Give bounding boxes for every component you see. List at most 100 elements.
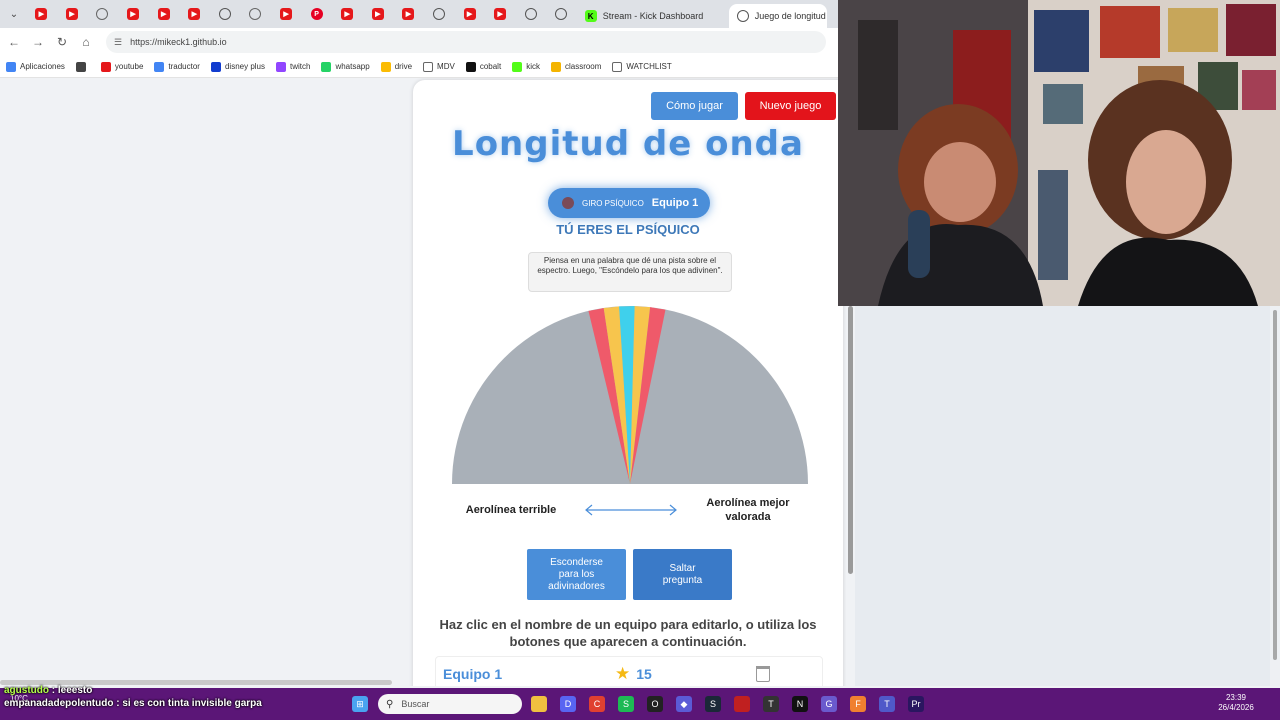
- trash-icon[interactable]: [756, 666, 771, 682]
- disney-icon: [210, 61, 221, 72]
- forward-icon[interactable]: →: [26, 30, 50, 54]
- browser-tab[interactable]: ▶: [57, 0, 88, 28]
- browser-tab[interactable]: [210, 0, 241, 28]
- tab-wavelength-game[interactable]: Juego de longitud de o: [728, 4, 827, 28]
- browser-tab[interactable]: [516, 0, 547, 28]
- globe-icon: [524, 8, 537, 20]
- youtube-icon: ▶: [341, 8, 354, 20]
- bookmark-item[interactable]: kick: [512, 61, 540, 72]
- bookmark-item[interactable]: whatsapp: [321, 61, 370, 72]
- bookmark-label: WATCHLIST: [626, 62, 672, 71]
- chat-username: agustudo: [4, 685, 49, 696]
- translate-icon: [154, 61, 165, 72]
- url-field[interactable]: ☰ https://mikeck1.github.io: [106, 31, 826, 53]
- folder-icon: [423, 61, 434, 72]
- side-panel-empty: [855, 306, 1280, 686]
- current-team-pill: GIRO PSÍQUICO Equipo 1: [548, 188, 710, 218]
- webcam-overlay: [838, 0, 1280, 306]
- browser-tab[interactable]: [87, 0, 118, 28]
- youtube-icon: ▶: [65, 8, 78, 20]
- classroom-icon: [550, 61, 561, 72]
- tab-stream-kick-dashboard[interactable]: K Stream - Kick Dashboard: [577, 4, 729, 28]
- back-icon[interactable]: ←: [2, 30, 26, 54]
- app-icon[interactable]: T: [763, 696, 779, 712]
- search-icon: ⚲: [386, 698, 394, 710]
- folder-icon: [612, 61, 623, 72]
- tab-search-chevron-icon[interactable]: ⌄: [2, 2, 26, 26]
- taskbar-search-input[interactable]: ⚲ Buscar: [378, 694, 522, 714]
- bookmark-item[interactable]: traductor: [154, 61, 200, 72]
- discord-icon[interactable]: D: [560, 696, 576, 712]
- bookmark-label: disney plus: [224, 62, 265, 71]
- youtube-icon: ▶: [280, 8, 293, 20]
- new-game-button[interactable]: Nuevo juego: [745, 92, 836, 120]
- scrollbar-thumb[interactable]: [848, 306, 853, 574]
- browser-tab[interactable]: [240, 0, 271, 28]
- clock-date: 26/4/2026: [1218, 703, 1254, 712]
- file-explorer-icon[interactable]: [531, 696, 547, 712]
- psychic-heading: TÚ ERES EL PSÍQUICO: [556, 222, 700, 237]
- app-icon[interactable]: ◆: [676, 696, 692, 712]
- site-info-icon[interactable]: ☰: [114, 37, 122, 48]
- bookmark-item[interactable]: classroom: [550, 61, 601, 72]
- team-name[interactable]: Equipo 1: [443, 666, 615, 682]
- notion-icon[interactable]: N: [792, 696, 808, 712]
- twitch-icon: [276, 61, 286, 72]
- youtube-icon: ▶: [463, 8, 476, 20]
- browser-tab[interactable]: P: [301, 0, 332, 28]
- fl-studio-icon[interactable]: F: [850, 696, 866, 712]
- search-placeholder: Buscar: [401, 699, 430, 709]
- bookmark-item[interactable]: disney plus: [210, 61, 265, 72]
- bookmark-item[interactable]: MDV: [423, 61, 455, 72]
- browser-tab[interactable]: [546, 0, 577, 28]
- chat-message: empanadadepolentudo : si es con tinta in…: [4, 698, 262, 709]
- system-clock[interactable]: 23:39 26/4/2026: [1206, 693, 1266, 713]
- bookmarks-bar: Aplicaciones youtube traductor disney plus t…: [0, 56, 838, 78]
- chrome-icon[interactable]: C: [589, 696, 605, 712]
- bookmark-item[interactable]: Aplicaciones: [6, 61, 65, 72]
- bookmark-item[interactable]: youtube: [100, 61, 143, 72]
- globe-icon: [218, 8, 231, 20]
- browser-tab[interactable]: ▶: [118, 0, 149, 28]
- app-icon[interactable]: [734, 696, 750, 712]
- hint-box: Piensa en una palabra que dé una pista s…: [528, 252, 732, 292]
- bookmark-item[interactable]: cobalt: [465, 61, 501, 72]
- spotify-icon[interactable]: S: [618, 696, 634, 712]
- bookmark-item[interactable]: [75, 61, 90, 72]
- bookmark-item[interactable]: WATCHLIST: [612, 61, 672, 72]
- bookmark-item[interactable]: twitch: [276, 61, 310, 72]
- obs-icon[interactable]: O: [647, 696, 663, 712]
- browser-tab[interactable]: [424, 0, 455, 28]
- home-icon[interactable]: ⌂: [74, 30, 98, 54]
- browser-tab[interactable]: ▶: [271, 0, 302, 28]
- browser-tab[interactable]: ▶: [332, 0, 363, 28]
- browser-tab[interactable]: ▶: [148, 0, 179, 28]
- hide-for-guessers-button[interactable]: Esconderse para los adivinadores: [527, 549, 626, 600]
- browser-tab[interactable]: ▶: [485, 0, 516, 28]
- browser-tab[interactable]: ▶: [26, 0, 57, 28]
- teams-icon[interactable]: T: [879, 696, 895, 712]
- browser-tab[interactable]: ▶: [179, 0, 210, 28]
- team-instructions: Haz clic en el nombre de un equipo para …: [439, 617, 817, 649]
- chat-text: si es con tinta invisible garpa: [122, 698, 262, 709]
- bookmark-label: drive: [394, 62, 413, 71]
- globe-icon: [433, 8, 446, 20]
- skip-question-button[interactable]: Saltar pregunta: [633, 549, 732, 600]
- browser-tab[interactable]: ▶: [393, 0, 424, 28]
- reload-icon[interactable]: ↻: [50, 30, 74, 54]
- drive-icon: [380, 61, 391, 72]
- bookmark-item[interactable]: drive: [380, 61, 413, 72]
- youtube-icon: ▶: [35, 8, 48, 20]
- chat-icon[interactable]: G: [821, 696, 837, 712]
- start-icon[interactable]: ⊞: [352, 696, 368, 712]
- side-scrollbar-thumb[interactable]: [1273, 310, 1277, 660]
- double-arrow-icon: [585, 504, 677, 516]
- spectrum-right-label: Aerolínea mejor valorada: [706, 497, 790, 523]
- steam-icon[interactable]: S: [705, 696, 721, 712]
- browser-tab[interactable]: ▶: [363, 0, 394, 28]
- premiere-icon[interactable]: Pr: [908, 696, 924, 712]
- bookmark-label: kick: [526, 62, 540, 71]
- how-to-play-button[interactable]: Cómo jugar: [651, 92, 738, 120]
- bookmark-label: traductor: [168, 62, 200, 71]
- browser-tab[interactable]: ▶: [454, 0, 485, 28]
